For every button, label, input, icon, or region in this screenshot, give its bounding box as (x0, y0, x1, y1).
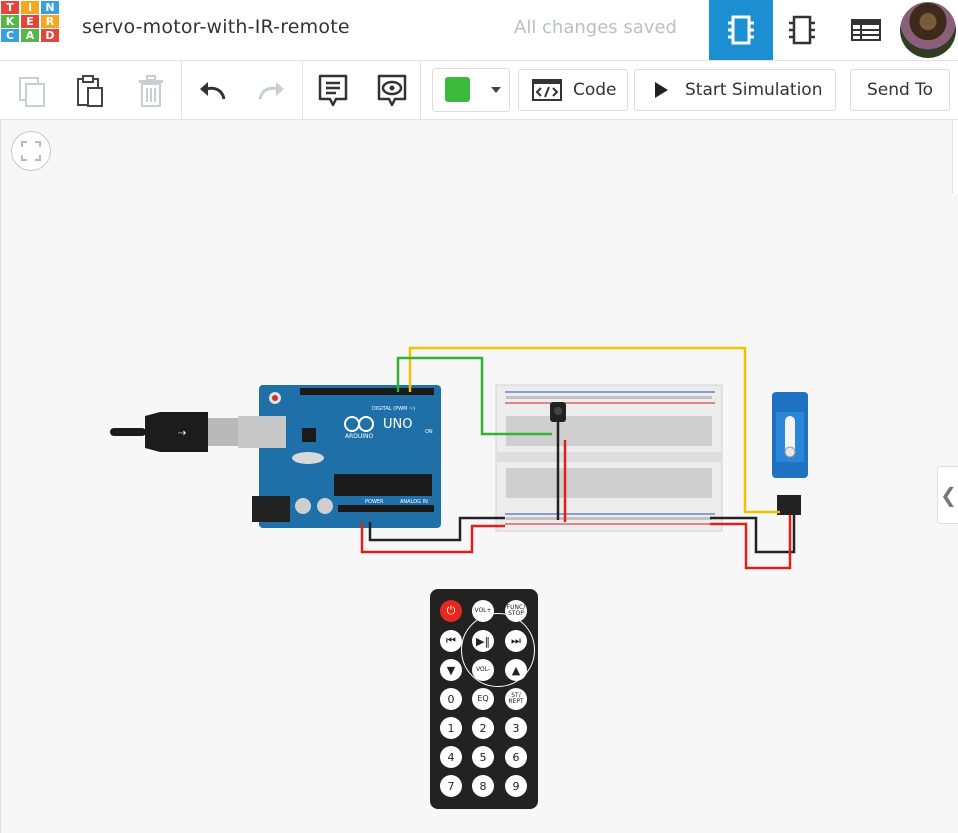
remote-power-button[interactable]: ⏻ (440, 600, 462, 622)
remote-vol-up-button[interactable]: VOL+ (472, 600, 494, 622)
components-panel-toggle[interactable]: ❮ (937, 466, 958, 524)
remote-button-8[interactable]: 8 (472, 775, 494, 797)
remote-button-0[interactable]: 0 (440, 688, 462, 710)
arduino-brand: ARDUINO (345, 433, 374, 440)
remote-down-button[interactable]: ▼ (440, 659, 462, 681)
chevron-left-icon: ❮ (940, 483, 957, 507)
remote-st-rept-button[interactable]: ST/ REPT (505, 688, 527, 710)
usb-cable[interactable]: ⇢ (110, 412, 238, 452)
arduino-on-label: ON (425, 429, 433, 435)
ir-receiver[interactable] (550, 402, 566, 422)
arduino-power-label: POWER (365, 499, 384, 505)
remote-prev-button[interactable]: ⏮ (440, 630, 462, 652)
remote-button-9[interactable]: 9 (505, 775, 527, 797)
remote-button-4[interactable]: 4 (440, 746, 462, 768)
servo-motor[interactable] (772, 392, 808, 515)
arduino-digital-label: DIGITAL (PWM ~) (372, 406, 415, 412)
remote-eq-button[interactable]: EQ (472, 688, 494, 710)
remote-button-1[interactable]: 1 (440, 717, 462, 739)
breadboard[interactable] (495, 384, 723, 532)
remote-play-pause-button[interactable]: ▶‖ (472, 630, 494, 652)
remote-func-stop-button[interactable]: FUNC/ STOP (505, 600, 527, 622)
remote-vol-down-button[interactable]: VOL- (472, 659, 494, 681)
remote-button-3[interactable]: 3 (505, 717, 527, 739)
svg-text:⇢: ⇢ (178, 428, 186, 439)
arduino-model: UNO (383, 417, 412, 432)
remote-next-button[interactable]: ⏭ (505, 630, 527, 652)
remote-button-2[interactable]: 2 (472, 717, 494, 739)
remote-button-7[interactable]: 7 (440, 775, 462, 797)
remote-button-6[interactable]: 6 (505, 746, 527, 768)
remote-button-5[interactable]: 5 (472, 746, 494, 768)
arduino-uno-board[interactable]: UNO ARDUINO DIGITAL (PWM ~) POWER ANALOG… (238, 385, 441, 528)
arduino-analog-label: ANALOG IN (400, 499, 428, 505)
remote-up-button[interactable]: ▲ (505, 659, 527, 681)
